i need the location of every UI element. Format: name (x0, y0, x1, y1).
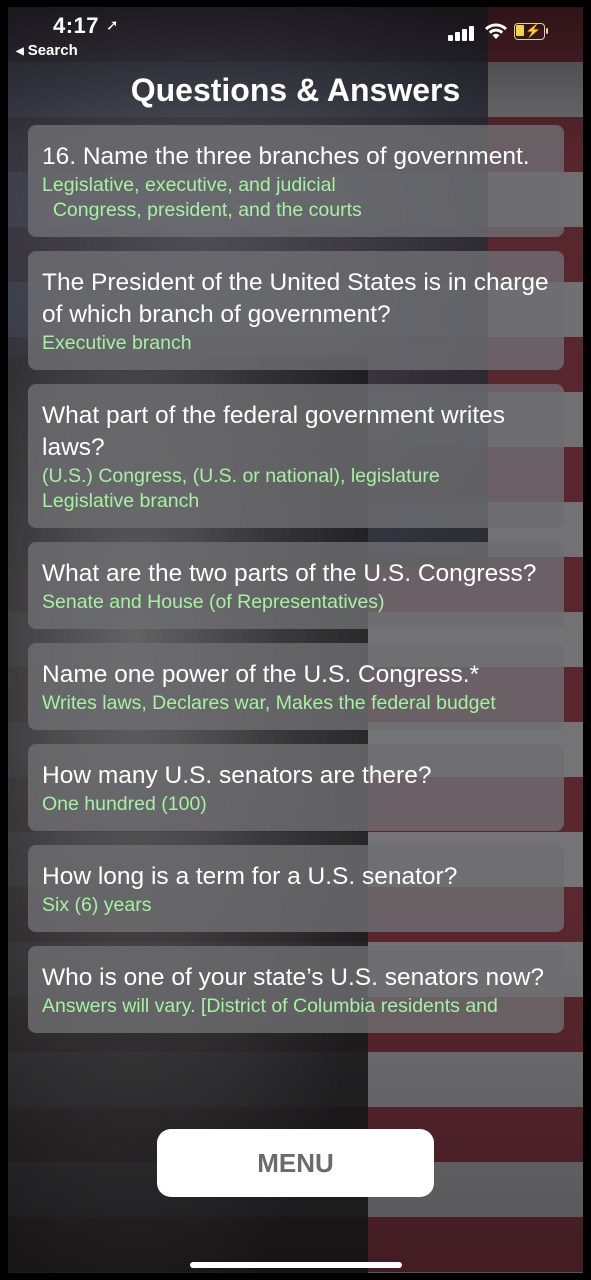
answer-text: Writes laws, Declares war, Makes the fed… (42, 692, 496, 714)
back-to-search-button[interactable]: ◀ Search (16, 42, 78, 59)
answer-text: One hundred (100) (42, 793, 207, 815)
question-text: How many U.S. senators are there? (42, 762, 432, 789)
menu-button[interactable]: MENU (157, 1129, 434, 1197)
answer-text: Senate and House (of Representatives) (42, 591, 385, 613)
battery-charging-icon: ⚡ (514, 23, 548, 40)
back-label: Search (27, 42, 78, 59)
question-text: 16. Name the three branches of governmen… (42, 143, 530, 170)
qa-card[interactable]: What are the two parts of the U.S. Congr… (28, 542, 564, 629)
answer-text: Executive branch (42, 332, 192, 354)
qa-card[interactable]: How long is a term for a U.S. senator? S… (28, 845, 564, 932)
qa-card[interactable]: Who is one of your state’s U.S. senators… (28, 946, 564, 1033)
answer-text: Six (6) years (42, 894, 152, 916)
question-text: What are the two parts of the U.S. Congr… (42, 560, 537, 587)
question-text: What part of the federal government writ… (42, 402, 505, 461)
qa-card[interactable]: How many U.S. senators are there? One hu… (28, 744, 564, 831)
answer-text: Answers will vary. [District of Columbia… (42, 995, 498, 1017)
qa-card[interactable]: Name one power of the U.S. Congress.* Wr… (28, 643, 564, 730)
status-bar: 4:17 ➚ ◀ Search ⚡ (8, 7, 583, 67)
cellular-signal-icon (448, 25, 476, 41)
back-triangle-icon: ◀ (16, 46, 24, 57)
qa-card[interactable]: 16. Name the three branches of governmen… (28, 125, 564, 237)
question-text: How long is a term for a U.S. senator? (42, 863, 458, 890)
wifi-icon (485, 23, 507, 39)
question-text: Name one power of the U.S. Congress.* (42, 661, 480, 688)
question-text: The President of the United States is in… (42, 269, 549, 328)
answer-text: (U.S.) Congress, (U.S. or national), leg… (42, 465, 440, 512)
home-indicator[interactable] (190, 1262, 402, 1268)
question-text: Who is one of your state’s U.S. senators… (42, 964, 545, 991)
qa-card[interactable]: The President of the United States is in… (28, 251, 564, 370)
qa-card[interactable]: What part of the federal government writ… (28, 384, 564, 528)
location-arrow-icon: ➚ (106, 17, 119, 34)
app-screen: 4:17 ➚ ◀ Search ⚡ Questions & Answers 16.… (8, 7, 583, 1273)
qa-list[interactable]: 16. Name the three branches of governmen… (28, 125, 564, 1115)
answer-text: Legislative, executive, and judicial Con… (42, 174, 362, 221)
status-time: 4:17 (53, 13, 100, 38)
page-title: Questions & Answers (130, 72, 461, 108)
